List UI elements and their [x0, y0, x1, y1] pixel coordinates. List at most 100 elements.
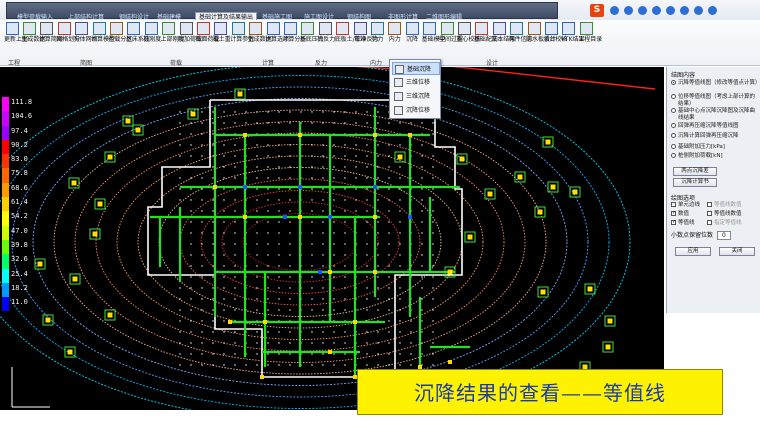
dropdown-item-0[interactable]: 基础沉降: [392, 62, 440, 75]
ribbon-button-8[interactable]: 柱刚度: [143, 22, 161, 43]
ribbon-button-10[interactable]: 附加荷载: [178, 22, 202, 43]
settlement-diff-button[interactable]: 两点沉降差: [673, 167, 717, 176]
apply-button[interactable]: 应用: [675, 247, 711, 256]
input-method-icon[interactable]: S: [590, 4, 604, 17]
panel-radio-1[interactable]: 位移等值线图（考虑上部计算的结果）: [671, 94, 759, 107]
checkbox-box[interactable]: [671, 219, 676, 225]
ribbon-button-12[interactable]: 覆土重: [213, 22, 231, 43]
mesh-node: [366, 232, 368, 234]
toolbar-icon-1[interactable]: [610, 6, 619, 15]
grid-icon[interactable]: [680, 6, 689, 15]
ribbon-button-14[interactable]: 生成数据: [248, 22, 272, 43]
panel-radio-4[interactable]: 沉降计算回弹再压缩沉降: [671, 133, 759, 140]
ribbon-button-13[interactable]: 计算参数: [230, 22, 255, 43]
mesh-node: [212, 166, 214, 168]
mesh-node: [267, 122, 269, 124]
radio-dot[interactable]: [671, 123, 676, 128]
ribbon-button-26[interactable]: 重心校核: [456, 22, 480, 43]
settlement-report-button[interactable]: 沉降计算书: [673, 178, 717, 187]
ribbon-button-17[interactable]: 基底压力: [300, 22, 324, 43]
radio-dot[interactable]: [671, 133, 676, 138]
keyboard-icon[interactable]: [666, 6, 675, 15]
mesh-node: [388, 210, 390, 212]
panel-checkbox-3[interactable]: 等值线数值: [707, 211, 742, 217]
panel-radio-3[interactable]: 回弹再压缩沉降等值线图: [671, 123, 759, 130]
radio-dot[interactable]: [671, 153, 676, 158]
toolbar-icon-2[interactable]: [624, 6, 633, 15]
ribbon-button-33[interactable]: 工程目录: [578, 22, 602, 43]
ribbon-button-19[interactable]: 底板土/桩净反力: [335, 22, 379, 43]
panel-checkbox-2[interactable]: 数值: [671, 210, 689, 217]
ribbon-button-21[interactable]: 剪力: [369, 22, 385, 43]
ribbon-button-31[interactable]: 承台校核: [543, 22, 567, 43]
ribbon-button-2[interactable]: 计算简图: [39, 22, 63, 43]
mesh-node: [212, 210, 214, 212]
checkbox-box[interactable]: [707, 202, 712, 207]
panel-radio-2[interactable]: 基础中心点沉降沉降图及沉降曲线结果: [671, 108, 759, 121]
checkbox-box[interactable]: [671, 202, 676, 207]
ribbon-button-30[interactable]: 防水板设计: [526, 22, 556, 43]
panel-checkbox-0[interactable]: 单元边线: [671, 202, 700, 208]
mesh-node: [190, 364, 192, 366]
ribbon-button-label: 计算参数: [230, 36, 255, 43]
close-button[interactable]: 关闭: [719, 247, 755, 256]
ribbon-button-27[interactable]: 基础配筋: [474, 22, 498, 43]
dropdown-item-2[interactable]: 三维沉降: [392, 90, 440, 103]
mesh-node: [278, 265, 280, 267]
ribbon-button-29[interactable]: 构件信息: [509, 22, 533, 43]
mesh-node: [267, 342, 269, 344]
ribbon-button-22[interactable]: 内力: [387, 22, 403, 43]
ribbon-button-4[interactable]: 实体网格: [74, 22, 98, 43]
wrench-icon[interactable]: [708, 6, 717, 15]
mesh-node: [179, 144, 181, 146]
ribbon-button-11[interactable]: 桩面荷载: [195, 22, 219, 43]
ribbon-button-23[interactable]: 沉降: [404, 22, 420, 43]
panel-radio-5[interactable]: 基础附加压力[kPa]: [671, 144, 759, 151]
pile-core: [572, 189, 578, 195]
mesh-node: [399, 122, 401, 124]
decimal-value[interactable]: 0: [716, 231, 731, 240]
ribbon-button-7[interactable]: 基床系数: [126, 22, 150, 43]
ribbon-button-3[interactable]: 网格划分: [56, 22, 80, 43]
ribbon-button-32[interactable]: VTK结果: [561, 22, 585, 43]
radio-dot[interactable]: [671, 108, 676, 113]
ribbon-button-0[interactable]: 更新上部: [4, 22, 28, 43]
mesh-node: [333, 243, 335, 245]
ribbon-button-18[interactable]: 桩反力: [317, 22, 335, 43]
toolbar-icon-3[interactable]: [638, 6, 647, 15]
mesh-node: [278, 364, 280, 366]
panel-checkbox-4[interactable]: 等值线: [671, 219, 695, 226]
panel-radio-6[interactable]: 桩侧附加荷载[kN]: [671, 153, 759, 160]
panel-checkbox-5[interactable]: 指定等值线: [707, 220, 742, 226]
checkbox-box[interactable]: [671, 210, 676, 216]
mesh-node: [399, 177, 401, 179]
ribbon-button-9[interactable]: 上部刚度: [161, 22, 185, 43]
checkbox-box[interactable]: [707, 220, 712, 225]
mesh-node: [234, 155, 236, 157]
shirt-icon[interactable]: [694, 6, 703, 15]
radio-dot[interactable]: [671, 144, 676, 149]
panel-checkbox-1[interactable]: 等值线数值: [707, 202, 742, 208]
checkbox-box[interactable]: [707, 211, 712, 216]
ribbon-button-15[interactable]: 计算选项: [265, 22, 289, 43]
mesh-node: [201, 133, 203, 135]
ribbon-button-24[interactable]: 基础模型: [422, 22, 446, 43]
ribbon-button-16[interactable]: 计算分析: [282, 22, 306, 43]
radio-dot[interactable]: [671, 80, 676, 85]
ribbon-button-icon: [266, 22, 280, 35]
dropdown-item-1[interactable]: 三维位移: [392, 76, 440, 89]
mesh-node: [234, 232, 236, 234]
mesh-node: [190, 265, 192, 267]
panel-radio-0[interactable]: 沉降等值线图（修改等值点计算）: [671, 80, 760, 87]
microphone-icon[interactable]: [652, 6, 661, 15]
drawing-canvas[interactable]: [0, 67, 664, 410]
ribbon-button-28[interactable]: 文本结果: [491, 22, 515, 43]
ribbon-button-5[interactable]: 计算模型: [91, 22, 115, 43]
ribbon-button-1[interactable]: 生成数据: [21, 22, 45, 43]
ribbon-button-6[interactable]: 荷载分区: [108, 22, 132, 43]
dropdown-item-3[interactable]: 沉降位移: [392, 104, 440, 117]
mesh-node: [212, 276, 214, 278]
radio-dot[interactable]: [671, 94, 676, 99]
ribbon-button-20[interactable]: 弯矩: [352, 22, 368, 43]
ribbon-button-25[interactable]: 中间过程: [439, 22, 463, 43]
